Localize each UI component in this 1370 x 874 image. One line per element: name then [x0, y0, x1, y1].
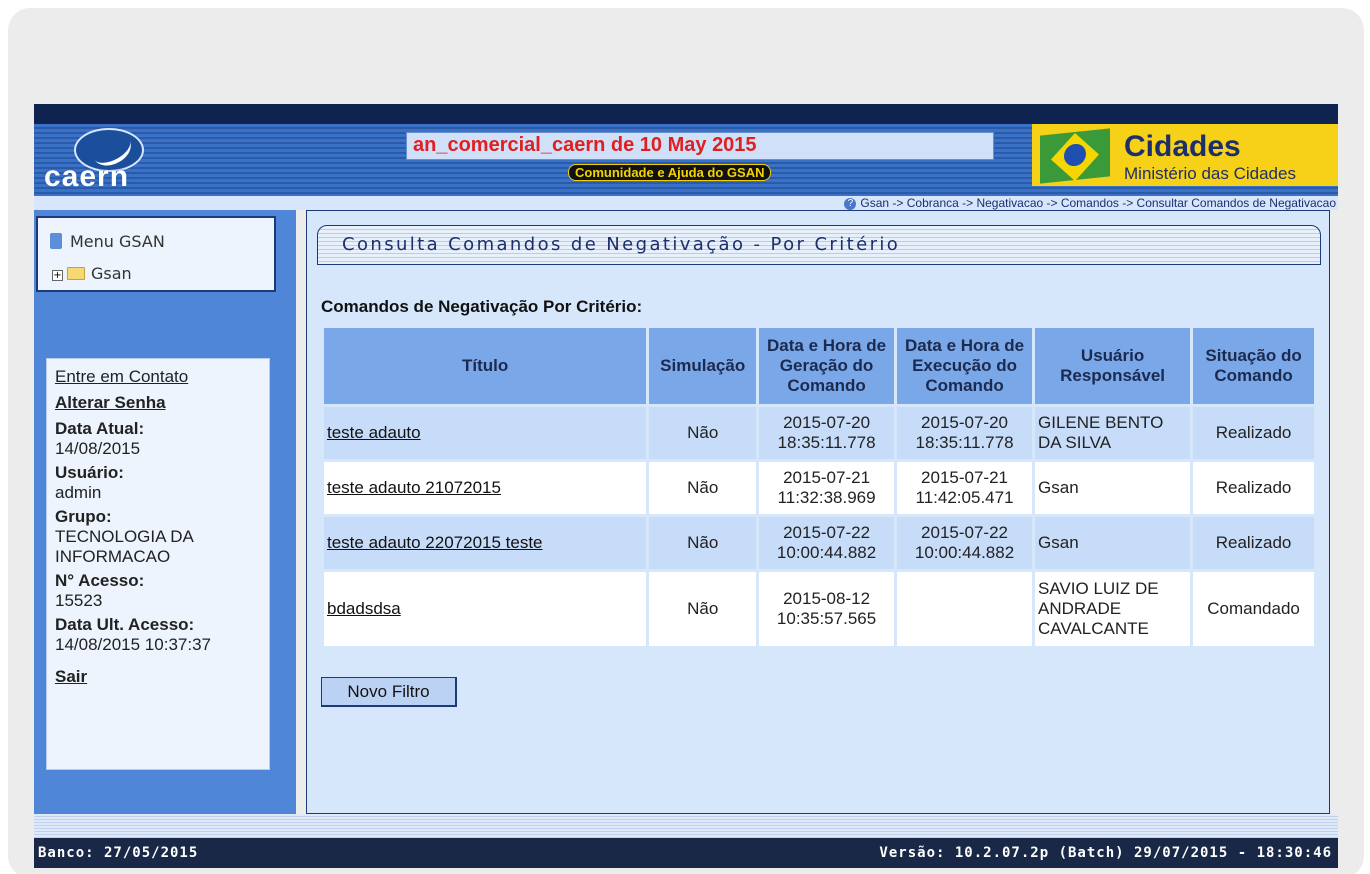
column-header: Data e Hora de Geração do Comando [759, 328, 895, 404]
titulo-cell: bdadsdsa [324, 572, 647, 646]
column-header: Simulação [649, 328, 757, 404]
entre-contato-link[interactable]: Entre em Contato [55, 367, 261, 387]
banco-date: Banco: 27/05/2015 [38, 845, 199, 861]
titulo-link[interactable]: teste adauto [327, 423, 421, 442]
usuario-cell: Gsan [1035, 517, 1191, 569]
header: caern an_comercial_caern de 10 May 2015 … [34, 124, 1338, 196]
help-community-link[interactable]: Comunidade e Ajuda do GSAN [568, 164, 772, 181]
titulo-link[interactable]: bdadsdsa [327, 599, 401, 618]
caern-logo[interactable]: caern [44, 128, 184, 193]
menu-panel: Menu GSAN + Gsan [36, 216, 276, 292]
grupo-label: Grupo: [55, 507, 112, 526]
section-title: Comandos de Negativação Por Critério: [321, 297, 643, 316]
data-atual-value: 14/08/2015 [55, 439, 141, 458]
usuario-cell: GILENE BENTO DA SILVA [1035, 407, 1191, 459]
breadcrumb: ? Gsan -> Cobranca -> Negativacao -> Coma… [34, 196, 1338, 210]
brazil-flag-icon [1040, 128, 1110, 184]
usuario-label: Usuário: [55, 463, 124, 482]
page-title-box: Consulta Comandos de Negativação - Por C… [317, 225, 1321, 265]
folder-icon [67, 267, 85, 280]
table-header-row: Título Simulação Data e Hora de Geração … [324, 328, 1314, 404]
titulo-cell: teste adauto [324, 407, 647, 459]
menu-title-label: Menu GSAN [70, 232, 165, 251]
footer-stripes [34, 814, 1338, 838]
table-row: bdadsdsa Não 2015-08-12 10:35:57.565 SAV… [324, 572, 1314, 646]
situacao-cell: Realizado [1193, 462, 1314, 514]
table-row: teste adauto 21072015 Não 2015-07-21 11:… [324, 462, 1314, 514]
execucao-cell: 2015-07-20 18:35:11.778 [897, 407, 1033, 459]
acesso-value: 15523 [55, 591, 103, 610]
computer-icon [50, 233, 62, 249]
novo-filtro-button[interactable]: Novo Filtro [321, 677, 457, 707]
menu-title[interactable]: Menu GSAN [50, 232, 165, 251]
cidades-subtitle: Ministério das Cidades [1124, 164, 1296, 183]
geracao-cell: 2015-07-21 11:32:38.969 [759, 462, 895, 514]
geracao-cell: 2015-07-20 18:35:11.778 [759, 407, 895, 459]
alterar-senha-link[interactable]: Alterar Senha [55, 393, 261, 413]
sidebar: Menu GSAN + Gsan Entre em Contato Alterar… [34, 210, 296, 814]
geracao-cell: 2015-08-12 10:35:57.565 [759, 572, 895, 646]
titulo-cell: teste adauto 22072015 teste [324, 517, 647, 569]
ult-acesso-value: 14/08/2015 10:37:37 [55, 635, 211, 654]
table-row: teste adauto 22072015 teste Não 2015-07-… [324, 517, 1314, 569]
usuario-value: admin [55, 483, 102, 502]
geracao-cell: 2015-07-22 10:00:44.882 [759, 517, 895, 569]
comandos-table: Título Simulação Data e Hora de Geração … [321, 325, 1317, 649]
situacao-cell: Realizado [1193, 517, 1314, 569]
top-bar [34, 104, 1338, 124]
simulacao-cell: Não [649, 517, 757, 569]
expand-icon[interactable]: + [52, 270, 63, 281]
usuario-cell: SAVIO LUIZ DE ANDRADE CAVALCANTE [1035, 572, 1191, 646]
tree-root-label[interactable]: Gsan [91, 264, 132, 283]
situacao-cell: Comandado [1193, 572, 1314, 646]
column-header: Usuário Responsável [1035, 328, 1191, 404]
help-link-label: Comunidade e Ajuda do GSAN [575, 165, 765, 180]
version-info: Versão: 10.2.07.2p (Batch) 29/07/2015 - … [879, 845, 1332, 861]
cidades-title: Cidades [1124, 130, 1241, 163]
ticker-banner: an_comercial_caern de 10 May 2015 [406, 132, 994, 160]
column-header: Situação do Comando [1193, 328, 1314, 404]
user-info-panel: Entre em Contato Alterar Senha Data Atua… [46, 358, 270, 770]
execucao-cell [897, 572, 1033, 646]
titulo-cell: teste adauto 21072015 [324, 462, 647, 514]
main-panel: Consulta Comandos de Negativação - Por C… [306, 210, 1330, 814]
titulo-link[interactable]: teste adauto 22072015 teste [327, 533, 543, 552]
usuario-cell: Gsan [1035, 462, 1191, 514]
sair-link[interactable]: Sair [55, 667, 261, 687]
ministerio-cidades-banner[interactable]: Cidades Ministério das Cidades [1032, 124, 1338, 186]
footer: Banco: 27/05/2015 Versão: 10.2.07.2p (Ba… [34, 838, 1338, 868]
simulacao-cell: Não [649, 572, 757, 646]
breadcrumb-text[interactable]: Gsan -> Cobranca -> Negativacao -> Coman… [860, 196, 1336, 210]
menu-tree-root[interactable]: + Gsan [52, 264, 132, 283]
situacao-cell: Realizado [1193, 407, 1314, 459]
column-header: Data e Hora de Execução do Comando [897, 328, 1033, 404]
grupo-value: TECNOLOGIA DA INFORMACAO [55, 527, 193, 566]
execucao-cell: 2015-07-21 11:42:05.471 [897, 462, 1033, 514]
help-icon[interactable]: ? [844, 197, 857, 210]
acesso-label: N° Acesso: [55, 571, 145, 590]
simulacao-cell: Não [649, 462, 757, 514]
column-header: Título [324, 328, 647, 404]
data-atual-label: Data Atual: [55, 419, 145, 438]
page-title: Consulta Comandos de Negativação - Por C… [342, 234, 901, 255]
simulacao-cell: Não [649, 407, 757, 459]
table-row: teste adauto Não 2015-07-20 18:35:11.778… [324, 407, 1314, 459]
execucao-cell: 2015-07-22 10:00:44.882 [897, 517, 1033, 569]
titulo-link[interactable]: teste adauto 21072015 [327, 478, 501, 497]
ult-acesso-label: Data Ult. Acesso: [55, 615, 195, 634]
logo-text: caern [44, 160, 130, 193]
